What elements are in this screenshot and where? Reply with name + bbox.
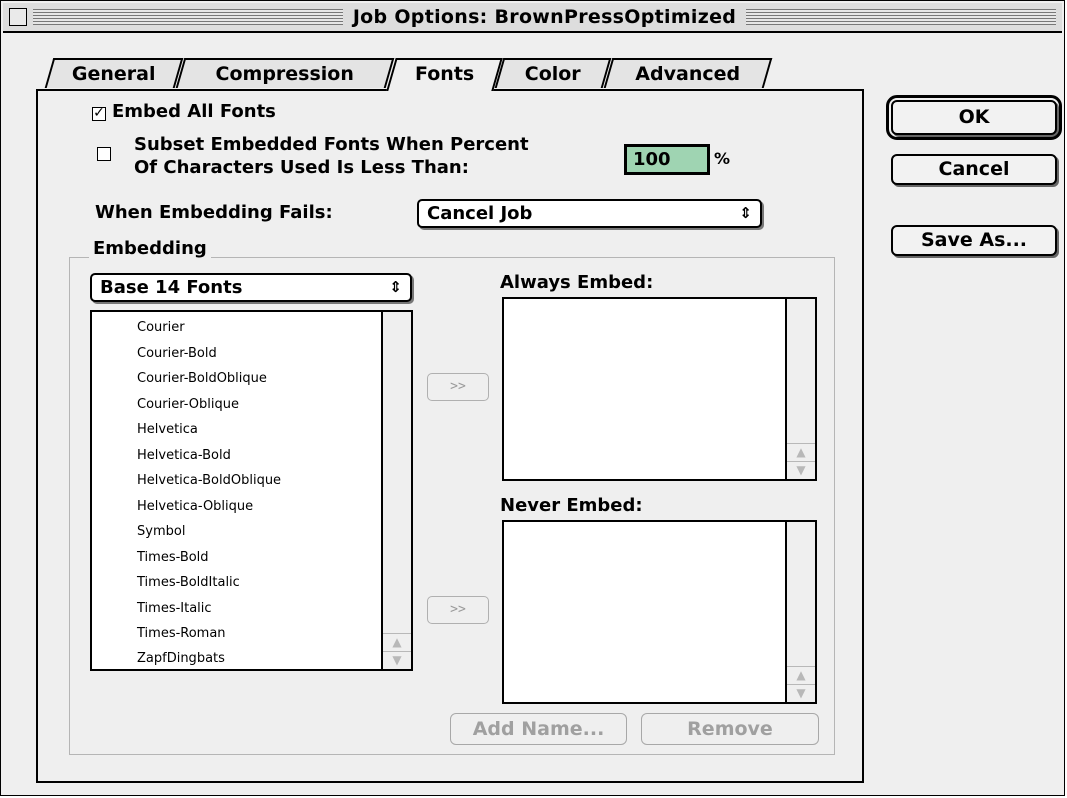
- close-box-icon[interactable]: [9, 8, 27, 26]
- add-always-embed-button[interactable]: >>: [427, 373, 489, 401]
- font-source-popup[interactable]: Base 14 Fonts ⇕: [90, 273, 412, 302]
- font-list-scrollbar[interactable]: ▲ ▼: [381, 312, 411, 669]
- scroll-up-arrow-icon[interactable]: ▲: [383, 633, 411, 651]
- scroll-up-arrow-icon[interactable]: ▲: [787, 443, 815, 461]
- subset-label-line1: Subset Embedded Fonts When Percent: [134, 134, 529, 155]
- remove-button[interactable]: Remove: [641, 713, 819, 745]
- embed-fail-value: Cancel Job: [427, 203, 533, 224]
- title-stripes: [746, 9, 1056, 25]
- tab-fonts[interactable]: Fonts: [386, 58, 503, 91]
- tab-advanced[interactable]: Advanced: [603, 58, 773, 88]
- font-list-item[interactable]: Helvetica: [137, 422, 198, 437]
- scroll-down-arrow-icon[interactable]: ▼: [383, 651, 411, 669]
- font-list-item[interactable]: Times-Roman: [137, 626, 226, 641]
- cancel-button[interactable]: Cancel: [891, 154, 1057, 185]
- never-embed-list[interactable]: ▲ ▼: [502, 520, 817, 704]
- font-list-item[interactable]: Helvetica-BoldOblique: [137, 473, 281, 488]
- scroll-down-arrow-icon[interactable]: ▼: [787, 684, 815, 702]
- tab-color[interactable]: Color: [494, 58, 612, 88]
- title-bar[interactable]: Job Options: BrownPressOptimized: [3, 3, 1062, 33]
- font-list-item[interactable]: Courier-BoldOblique: [137, 371, 267, 386]
- popup-arrows-icon: ⇕: [389, 278, 402, 296]
- font-list-item[interactable]: Times-BoldItalic: [137, 575, 240, 590]
- font-source-value: Base 14 Fonts: [100, 277, 243, 298]
- font-list-item[interactable]: Courier: [137, 320, 185, 335]
- percent-sign: %: [714, 149, 731, 168]
- always-embed-list[interactable]: ▲ ▼: [502, 297, 817, 481]
- always-embed-label: Always Embed:: [500, 272, 654, 293]
- embedding-group-title: Embedding: [89, 238, 211, 259]
- embed-all-checkbox[interactable]: ✓: [92, 106, 106, 121]
- font-list-item[interactable]: Helvetica-Bold: [137, 448, 231, 463]
- scroll-down-arrow-icon[interactable]: ▼: [787, 461, 815, 479]
- subset-checkbox[interactable]: [97, 147, 111, 161]
- popup-arrows-icon: ⇕: [739, 204, 752, 222]
- subset-label-line2: Of Characters Used Is Less Than:: [134, 157, 469, 178]
- font-list-item[interactable]: Times-Italic: [137, 601, 212, 616]
- font-list-item[interactable]: Times-Bold: [137, 550, 209, 565]
- job-options-dialog: Job Options: BrownPressOptimized General…: [0, 0, 1065, 796]
- font-list-item[interactable]: Courier-Oblique: [137, 397, 239, 412]
- font-list-item[interactable]: ZapfDingbats: [137, 651, 225, 666]
- window-title: Job Options: BrownPressOptimized: [342, 6, 747, 28]
- tab-compression[interactable]: Compression: [175, 58, 395, 88]
- scroll-up-arrow-icon[interactable]: ▲: [787, 666, 815, 684]
- font-list[interactable]: Courier Courier-Bold Courier-BoldOblique…: [90, 310, 413, 671]
- always-embed-scrollbar[interactable]: ▲ ▼: [785, 299, 815, 479]
- tab-label: Advanced: [635, 63, 741, 85]
- embed-fail-popup[interactable]: Cancel Job ⇕: [417, 199, 762, 228]
- tab-label: Color: [524, 63, 581, 85]
- save-as-button[interactable]: Save As...: [891, 225, 1057, 256]
- embed-all-label: Embed All Fonts: [112, 101, 276, 122]
- fonts-panel: ✓ Embed All Fonts Subset Embedded Fonts …: [36, 89, 864, 783]
- tab-label: Fonts: [415, 63, 475, 85]
- ok-button[interactable]: OK: [886, 95, 1062, 140]
- font-list-item[interactable]: Symbol: [137, 524, 185, 539]
- title-stripes: [33, 9, 343, 25]
- add-name-button[interactable]: Add Name...: [450, 713, 627, 745]
- never-embed-label: Never Embed:: [500, 495, 643, 516]
- tab-general[interactable]: General: [44, 58, 184, 88]
- add-never-embed-button[interactable]: >>: [427, 596, 489, 624]
- never-embed-scrollbar[interactable]: ▲ ▼: [785, 522, 815, 702]
- font-list-item[interactable]: Courier-Bold: [137, 346, 217, 361]
- tab-label: Compression: [215, 63, 354, 85]
- embed-fail-label: When Embedding Fails:: [95, 202, 333, 223]
- subset-percent-field[interactable]: 100: [624, 144, 710, 175]
- font-list-item[interactable]: Helvetica-Oblique: [137, 499, 253, 514]
- tab-label: General: [71, 63, 156, 85]
